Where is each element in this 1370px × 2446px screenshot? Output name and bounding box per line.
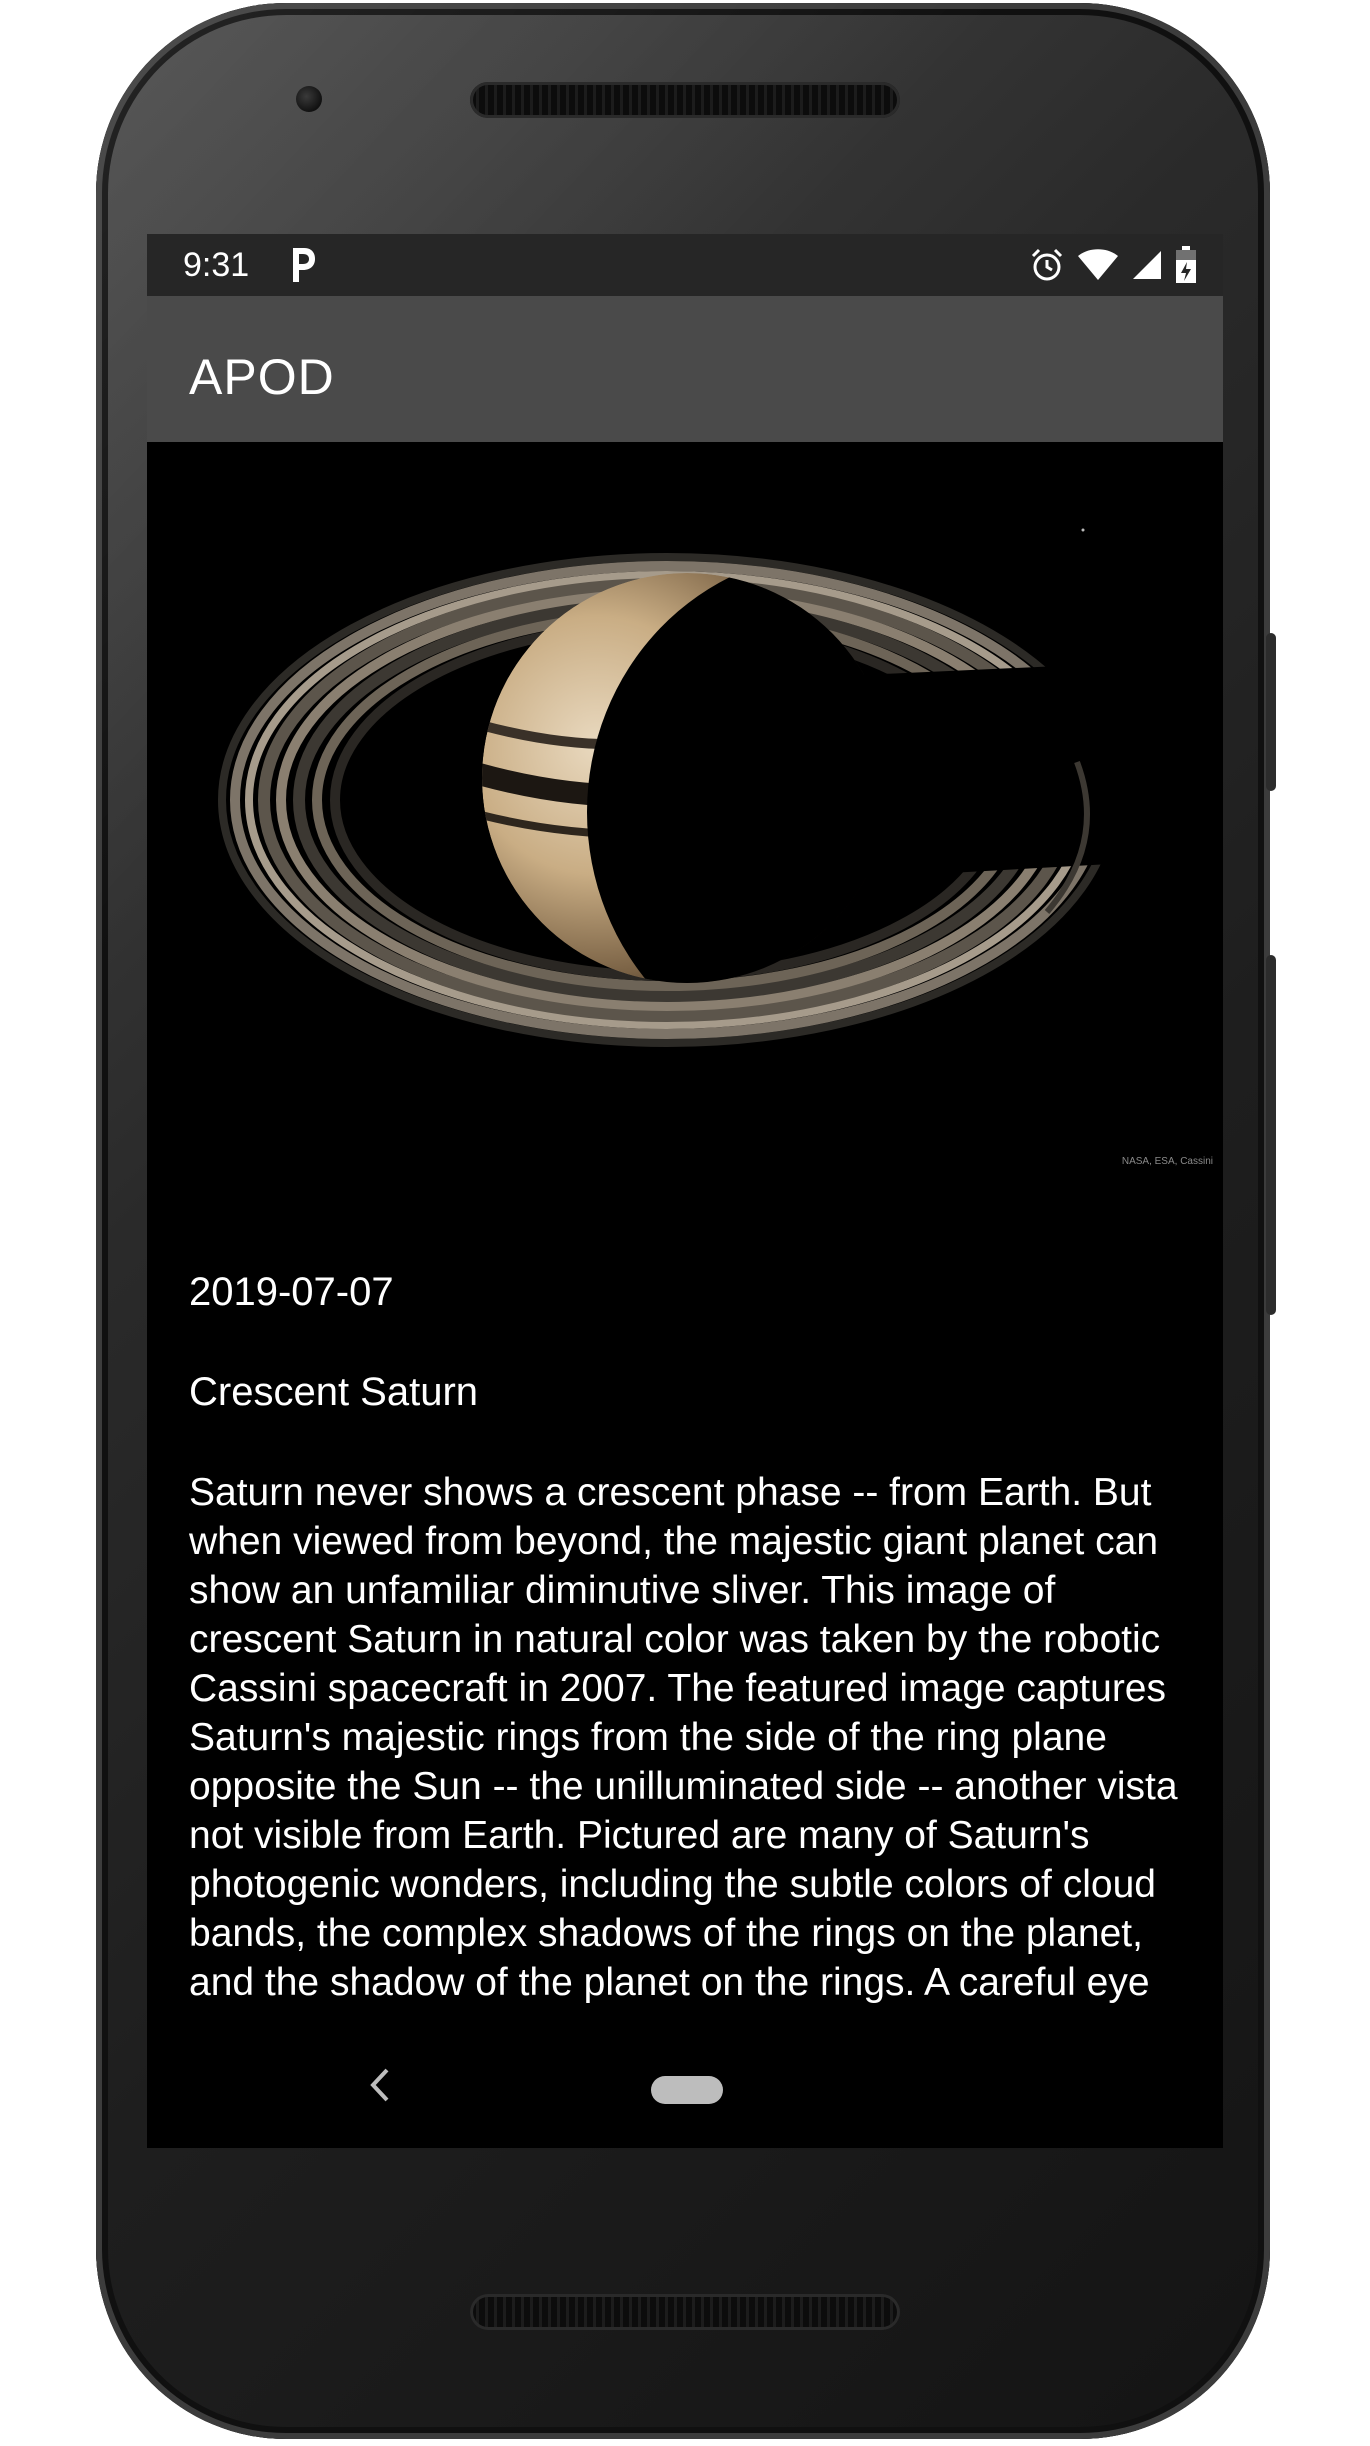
navigation-bar bbox=[147, 2036, 1223, 2148]
app-title: APOD bbox=[189, 349, 335, 405]
image-credit: NASA, ESA, Cassini bbox=[1121, 1156, 1213, 1167]
apod-explanation: Saturn never shows a crescent phase -- f… bbox=[189, 1471, 1178, 2004]
apod-date: 2019-07-07 bbox=[189, 1270, 394, 1314]
alarm-icon bbox=[1031, 248, 1063, 281]
screen: 9:31 APOD NASA, ESA, Cassini 2019-07-07 … bbox=[147, 234, 1223, 2148]
apod-content: 2019-07-07 Crescent Saturn Saturn never … bbox=[189, 1268, 1189, 2010]
status-bar: 9:31 bbox=[147, 234, 1223, 296]
volume-button bbox=[1266, 955, 1276, 1315]
battery-icon bbox=[1176, 246, 1196, 283]
apod-title: Crescent Saturn bbox=[189, 1370, 479, 1414]
app-bar: APOD bbox=[147, 296, 1223, 442]
bottom-speaker bbox=[470, 2294, 900, 2330]
signal-icon bbox=[1133, 251, 1161, 279]
wifi-icon bbox=[1078, 249, 1118, 280]
power-button bbox=[1266, 633, 1276, 791]
front-camera bbox=[296, 86, 322, 112]
status-time: 9:31 bbox=[183, 246, 250, 284]
top-speaker bbox=[470, 82, 900, 118]
apod-image[interactable] bbox=[147, 442, 1223, 1172]
parking-app-icon bbox=[293, 248, 315, 282]
home-icon[interactable] bbox=[651, 2076, 723, 2104]
status-icons bbox=[1029, 244, 1197, 286]
back-icon[interactable] bbox=[361, 2060, 401, 2110]
